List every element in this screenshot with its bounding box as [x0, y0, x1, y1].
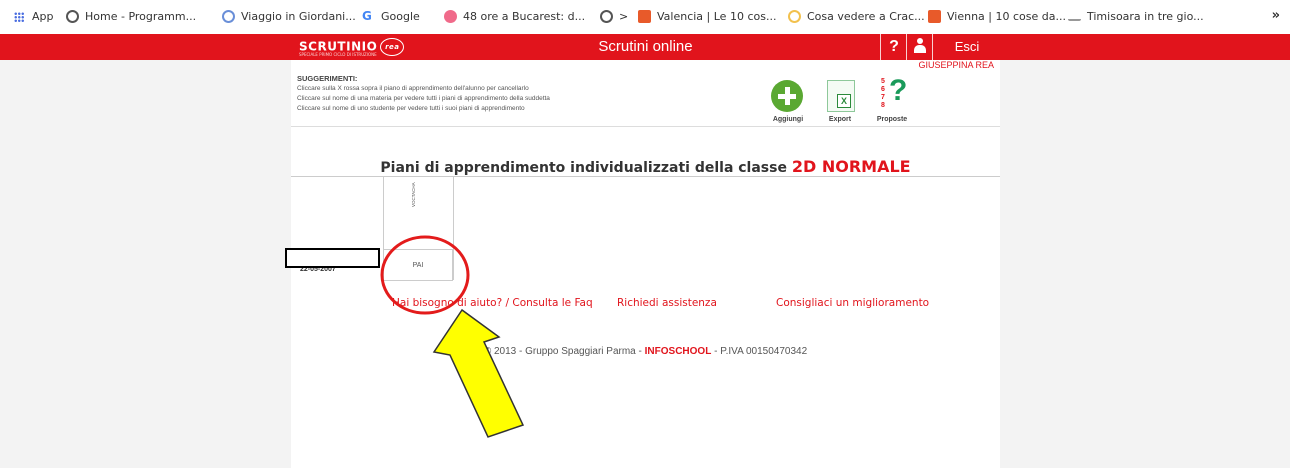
pai-cell[interactable]: PAI — [383, 249, 453, 281]
excel-icon: X — [827, 80, 855, 112]
site-icon — [638, 10, 651, 23]
bookmark-item[interactable]: Cosa vedere a Crac... — [788, 10, 925, 23]
divider — [291, 126, 1000, 127]
divider — [453, 177, 454, 280]
site-icon — [928, 10, 941, 23]
google-icon: G — [362, 9, 372, 23]
improvement-link[interactable]: Consigliaci un miglioramento — [776, 297, 929, 309]
app-header: SCRUTINIO rea SPECIALE PRIMO CICLO DI IST… — [0, 34, 1290, 60]
apps-label: App — [32, 10, 54, 23]
copyright: © 2013 - Gruppo Spaggiari Parma - INFOSC… — [483, 346, 808, 357]
plus-icon — [771, 80, 803, 112]
main-content: GIUSEPPINA REA SUGGERIMENTI: Cliccare su… — [285, 60, 1000, 468]
more-bookmarks-button[interactable]: » — [1272, 8, 1280, 23]
class-name: 2D NORMALE — [791, 157, 911, 176]
faq-link[interactable]: Hai bisogno di aiuto? / Consulta le Faq — [392, 297, 593, 309]
add-label: Aggiungi — [772, 116, 804, 123]
proposals-icon: 5678 ? — [881, 74, 908, 109]
site-icon — [1068, 13, 1081, 21]
bookmark-item[interactable]: Vienna | 10 cose da... — [928, 10, 1066, 23]
user-name: GIUSEPPINA REA — [918, 60, 994, 70]
suggestion-line: Cliccare sul nome di uno studente per ve… — [297, 105, 525, 112]
page-margin-right — [1000, 60, 1290, 468]
globe-icon — [600, 10, 613, 23]
proposals-label: Proposte — [876, 116, 908, 123]
redaction-box — [285, 248, 380, 268]
site-icon — [444, 10, 457, 23]
suggestion-line: Cliccare sulla X rossa sopra il piano di… — [297, 85, 529, 92]
page-margin-left — [0, 60, 291, 468]
brand-name[interactable]: INFOSCHOOL — [645, 346, 712, 357]
export-label: Export — [828, 116, 852, 123]
learning-plans-table: VOCTACHA PAI 22-05-2007 — [285, 177, 461, 282]
site-icon — [222, 10, 235, 23]
bookmark-item[interactable]: > — [600, 10, 628, 23]
suggestion-line: Cliccare sul nome di una materia per ved… — [297, 95, 550, 102]
suggestions-heading: SUGGERIMENTI: — [297, 74, 358, 83]
user-profile-button[interactable] — [906, 34, 933, 60]
apps-grid-icon — [14, 11, 24, 22]
assistance-link[interactable]: Richiedi assistenza — [617, 297, 717, 309]
section-heading: Piani di apprendimento individualizzati … — [380, 157, 911, 176]
bookmark-item[interactable]: Valencia | Le 10 cos... — [638, 10, 776, 23]
subject-header[interactable]: VOCTACHA — [411, 179, 416, 207]
bookmark-item[interactable]: 48 ore a Bucarest: d... — [444, 10, 585, 23]
logout-button[interactable]: Esci — [932, 34, 1001, 60]
globe-icon — [66, 10, 79, 23]
apps-shortcut[interactable]: App — [14, 10, 54, 23]
bookmark-item[interactable]: Timisoara in tre gio... — [1068, 10, 1204, 23]
bookmarks-bar: App Home - Programm... Viaggio in Giorda… — [0, 0, 1290, 34]
bookmark-item[interactable]: G Google — [362, 9, 420, 24]
help-button[interactable]: ? — [880, 34, 907, 60]
bookmark-item[interactable]: Viaggio in Giordani... — [222, 10, 356, 23]
help-label: ? — [889, 38, 899, 55]
bookmark-item[interactable]: Home - Programm... — [66, 10, 196, 23]
site-icon — [788, 10, 801, 23]
user-icon — [913, 38, 927, 54]
suggestions-panel: SUGGERIMENTI: Cliccare sulla X rossa sop… — [297, 74, 550, 114]
